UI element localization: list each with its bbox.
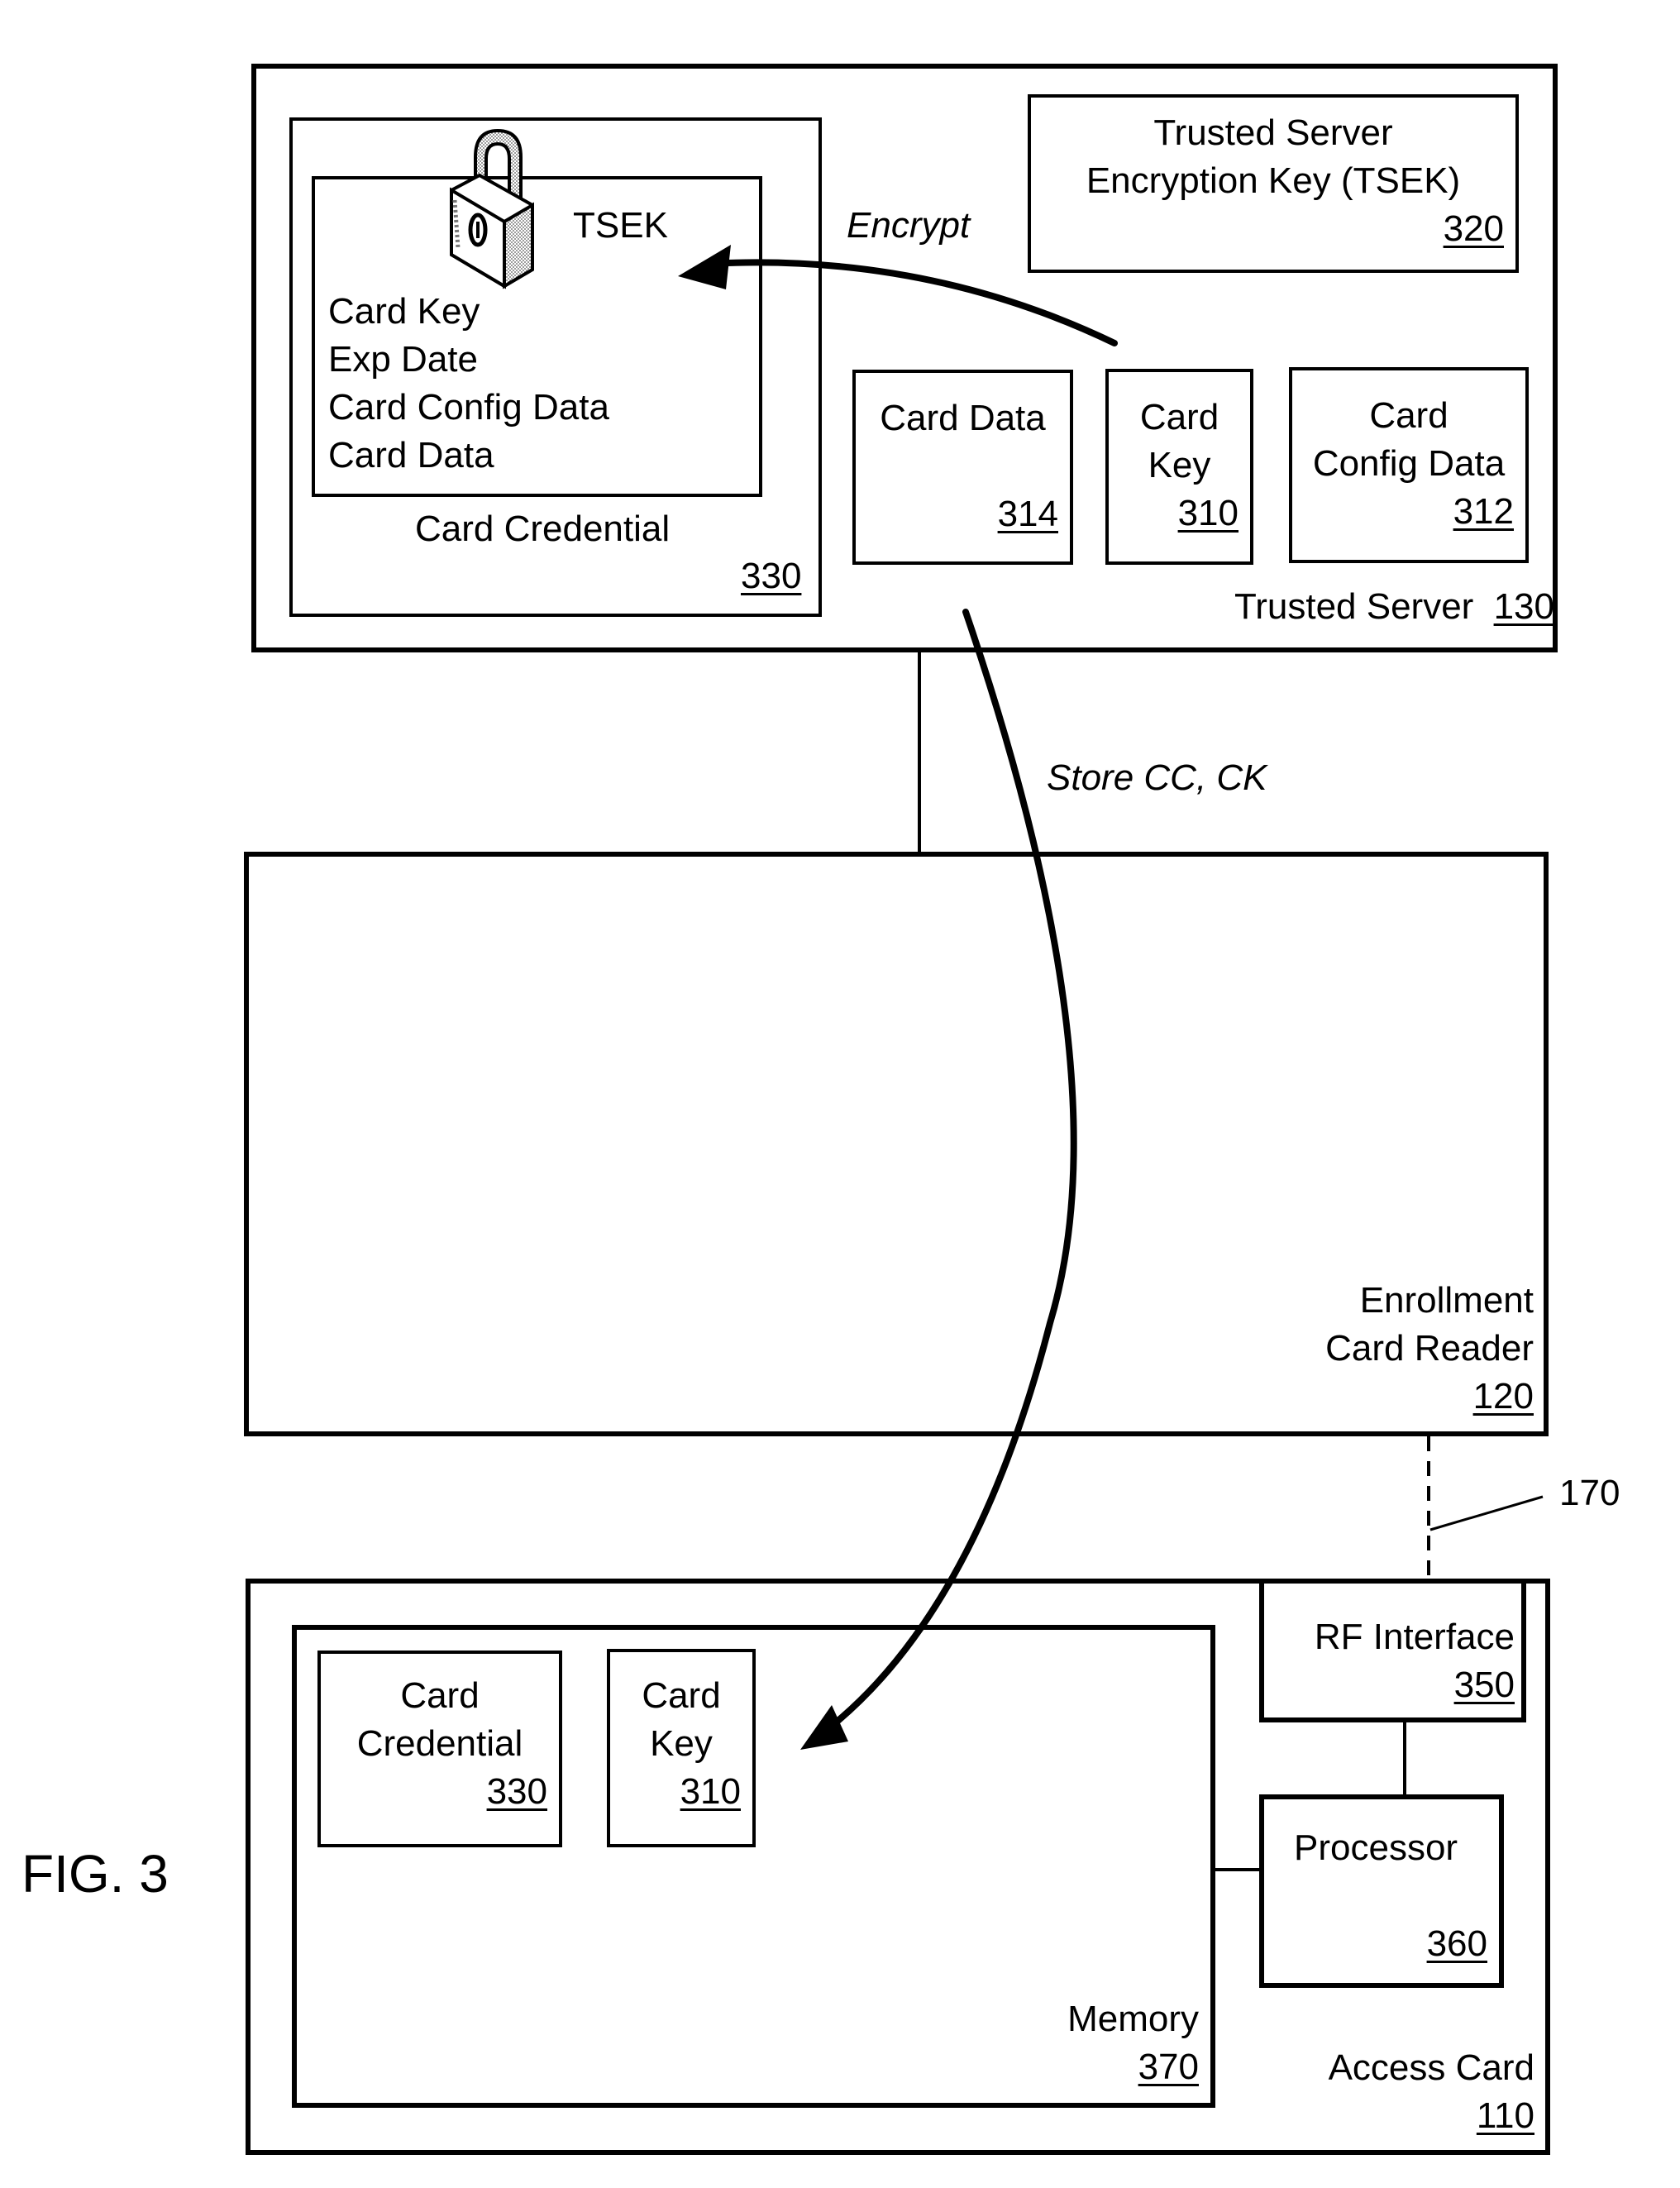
credential-content-exp-date: Exp Date [328, 339, 478, 380]
card-data-ref: 314 [997, 494, 1058, 534]
stored-cc-line1: Card [400, 1675, 480, 1716]
card-config-line2: Config Data [1312, 443, 1506, 484]
figure-label: FIG. 3 [21, 1844, 169, 1904]
rf-interface-label: RF Interface [1314, 1617, 1515, 1657]
processor-ref: 360 [1426, 1923, 1487, 1964]
trusted-server-ref: 130 [1493, 586, 1554, 627]
access-card-ref: 110 [1476, 2095, 1534, 2136]
credential-content-card-config: Card Config Data [328, 387, 609, 428]
card-data-box: Card Data 314 [852, 370, 1073, 565]
card-key-line2: Key [1148, 445, 1211, 485]
stored-cc-line2: Credential [356, 1723, 523, 1764]
reader-line1: Enrollment [1359, 1280, 1534, 1321]
tsek-ref: 320 [1443, 208, 1504, 249]
stored-ck-line1: Card [642, 1675, 721, 1716]
stored-ck-ref: 310 [680, 1771, 741, 1812]
encrypt-label: Encrypt [847, 205, 971, 246]
card-key-box: Card Key 310 [1105, 369, 1253, 565]
tsek-lock-label: TSEK [573, 205, 668, 246]
reader-ref: 120 [1472, 1376, 1534, 1416]
enrollment-reader-box: Enrollment Card Reader 120 [244, 852, 1549, 1436]
memory-ref: 370 [1138, 2047, 1199, 2087]
card-key-ref: 310 [1177, 493, 1239, 533]
access-card-label: Access Card [1328, 2047, 1534, 2088]
card-key-line1: Card [1139, 397, 1219, 437]
processor-box: Processor 360 [1259, 1794, 1504, 1988]
stored-card-key-box: Card Key 310 [607, 1649, 756, 1847]
processor-label: Processor [1294, 1827, 1458, 1868]
trusted-server-name: Trusted Server [1234, 586, 1474, 627]
tsek-line1: Trusted Server [1153, 112, 1393, 153]
tsek-line2: Encryption Key (TSEK) [1086, 160, 1461, 201]
stored-cc-ref: 330 [486, 1771, 547, 1812]
card-config-box: Card Config Data 312 [1289, 367, 1529, 563]
card-config-ref: 312 [1453, 491, 1514, 532]
card-data-label: Card Data [880, 398, 1046, 438]
store-label: Store CC, CK [1047, 757, 1267, 798]
stored-card-credential-box: Card Credential 330 [317, 1651, 562, 1847]
credential-content-card-data: Card Data [328, 435, 494, 475]
credential-content-card-key: Card Key [328, 291, 480, 332]
trusted-server-label: Trusted Server 130 [1234, 583, 1554, 631]
memory-label: Memory [1067, 1999, 1199, 2039]
card-credential-label: Card Credential [415, 509, 671, 549]
link-170-leader [1429, 1495, 1544, 1531]
card-config-line1: Card [1369, 395, 1449, 436]
link-ref-label: 170 [1559, 1473, 1620, 1513]
tsek-box: Trusted Server Encryption Key (TSEK) 320 [1028, 94, 1519, 273]
stored-ck-line2: Key [650, 1723, 713, 1764]
rf-interface-box: RF Interface 350 [1259, 1579, 1526, 1722]
reader-line2: Card Reader [1325, 1328, 1534, 1369]
rf-interface-ref: 350 [1453, 1665, 1515, 1705]
padlock-icon [450, 128, 534, 289]
card-credential-ref: 330 [741, 556, 802, 596]
